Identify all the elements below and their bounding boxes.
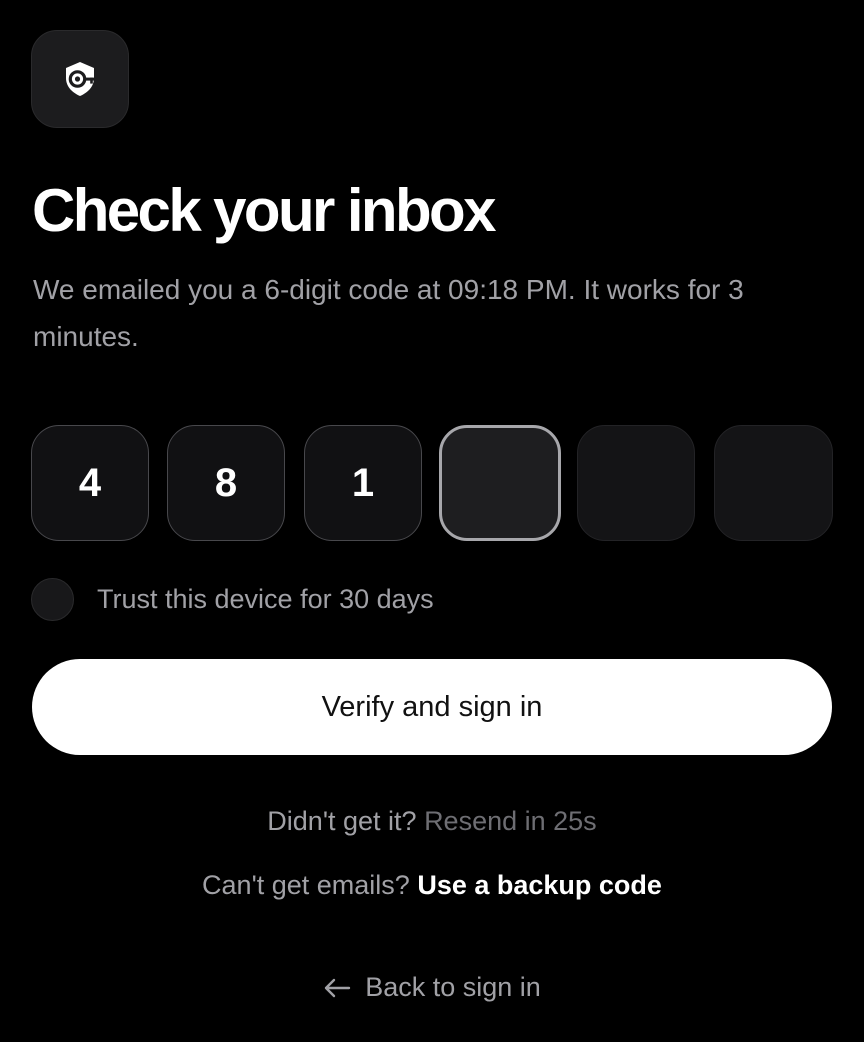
back-label: Back to sign in bbox=[365, 972, 541, 1002]
otp-digit-1[interactable]: 4 bbox=[31, 425, 149, 541]
page-subtitle: We emailed you a 6-digit code at 09:18 P… bbox=[33, 274, 744, 352]
resend-prompt: Didn't get it? bbox=[267, 806, 417, 836]
arrow-left-icon bbox=[323, 978, 351, 998]
app-logo bbox=[31, 30, 129, 128]
resend-countdown-link[interactable]: Resend in 25s bbox=[424, 806, 597, 836]
otp-input-group: 4 8 1 bbox=[31, 425, 833, 541]
backup-code-link[interactable]: Use a backup code bbox=[417, 870, 662, 900]
shield-key-icon bbox=[66, 62, 96, 96]
trust-device-label: Trust this device for 30 days bbox=[97, 583, 434, 614]
otp-digit-3[interactable]: 1 bbox=[304, 425, 422, 541]
resend-row: Didn't get it? Resend in 25s bbox=[0, 806, 864, 837]
trust-device-row[interactable]: Trust this device for 30 days bbox=[31, 577, 434, 621]
back-to-sign-in-link[interactable]: Back to sign in bbox=[0, 972, 864, 1003]
backup-row: Can't get emails? Use a backup code bbox=[0, 870, 864, 901]
otp-digit-5[interactable] bbox=[577, 425, 695, 541]
otp-digit-4[interactable] bbox=[439, 425, 561, 541]
verify-sign-in-button[interactable]: Verify and sign in bbox=[32, 659, 832, 755]
page-title: Check your inbox bbox=[32, 177, 496, 244]
backup-prompt: Can't get emails? bbox=[202, 870, 410, 900]
otp-digit-6[interactable] bbox=[714, 425, 833, 541]
otp-digit-2[interactable]: 8 bbox=[167, 425, 285, 541]
verify-page: Check your inbox We emailed you a 6-digi… bbox=[0, 0, 864, 1042]
trust-device-checkbox[interactable] bbox=[31, 577, 74, 621]
